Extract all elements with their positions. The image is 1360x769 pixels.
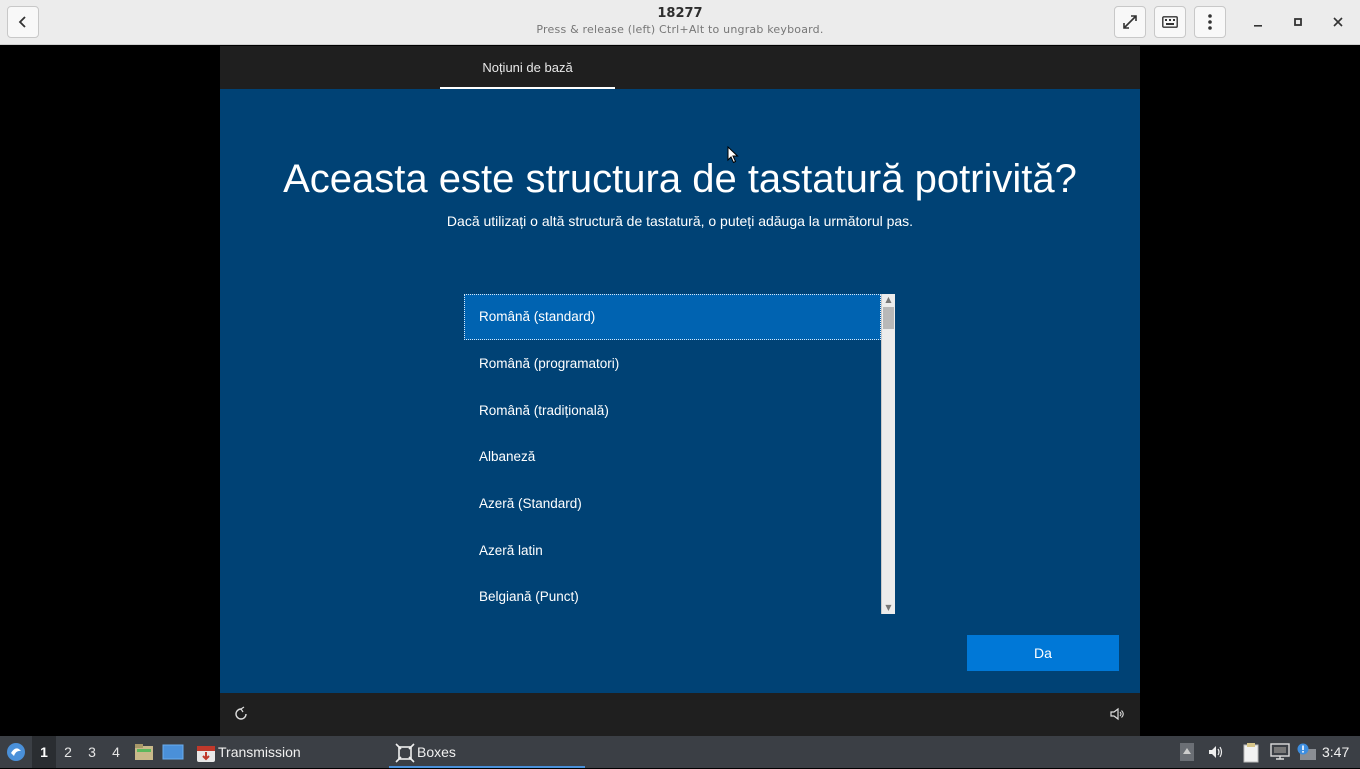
close-icon [1333,17,1343,27]
boxes-icon [395,743,415,763]
oobe-main: Aceasta este structura de tastatură potr… [220,89,1140,693]
keyboard-icon [1162,16,1178,28]
tab-basics: Noțiuni de bază [482,60,573,75]
list-item[interactable]: Azeră (Standard) [464,481,881,527]
scroll-thumb[interactable] [883,307,894,329]
close-button[interactable] [1326,10,1350,34]
scroll-up-icon[interactable]: ▲ [882,294,895,306]
oobe-bottom-bar [220,693,1140,736]
tray-arrow-icon[interactable] [1180,743,1194,761]
keyboard-layout-list[interactable]: Română (standard) Română (programatori) … [464,294,896,614]
scroll-down-icon[interactable]: ▼ [882,602,895,614]
menu-icon [1208,14,1212,30]
task-label: Transmission [218,744,301,760]
list-item[interactable]: Română (programatori) [464,341,881,387]
task-transmission[interactable]: Transmission [190,736,380,768]
show-desktop-icon[interactable] [162,742,184,762]
volume-icon[interactable] [1108,705,1126,723]
taskbar: 1 2 3 4 Transmission Boxes 3:47 [0,736,1360,768]
minimize-button[interactable] [1246,10,1270,34]
fullscreen-button[interactable] [1114,6,1146,38]
workspace-3[interactable]: 3 [80,736,104,768]
list-item[interactable]: Albaneză [464,434,881,480]
confirm-button[interactable]: Da [967,635,1119,671]
maximize-icon [1294,18,1302,26]
vm-display[interactable]: Noțiuni de bază Aceasta este structura d… [220,46,1140,736]
oobe-top-bar: Noțiuni de bază [220,46,1140,89]
clipboard-icon[interactable] [1242,743,1260,763]
workspace-4[interactable]: 4 [104,736,128,768]
page-title: Aceasta este structura de tastatură potr… [283,157,1077,201]
list-scrollbar[interactable]: ▲ ▼ [881,294,895,614]
workspace-2[interactable]: 2 [56,736,80,768]
menu-button[interactable] [1194,6,1226,38]
ease-of-access-icon[interactable] [232,705,250,723]
list-item[interactable]: Azeră latin [464,528,881,574]
task-boxes[interactable]: Boxes [389,736,585,768]
network-icon[interactable] [1270,743,1290,761]
minimize-icon [1254,25,1262,27]
page-subtitle: Dacă utilizați o altă structură de tasta… [446,213,914,229]
keyboard-button[interactable] [1154,6,1186,38]
fullscreen-icon [1123,15,1137,29]
headerbar: 18277 Press & release (left) Ctrl+Alt to… [0,0,1360,45]
workspace-1[interactable]: 1 [32,736,56,768]
start-menu-button[interactable] [0,736,32,768]
distro-logo-icon [7,743,25,761]
maximize-button[interactable] [1286,10,1310,34]
update-notification-icon[interactable] [1296,743,1318,761]
task-label: Boxes [417,744,456,760]
list-item[interactable]: Română (tradițională) [464,388,881,434]
clock[interactable]: 3:47 [1322,736,1360,768]
mouse-cursor-icon [727,146,739,164]
file-manager-icon[interactable] [134,742,154,762]
list-item[interactable]: Belgiană (Punct) [464,574,881,614]
list-item[interactable]: Română (standard) [464,294,881,340]
volume-icon[interactable] [1207,743,1225,761]
transmission-icon [197,746,215,762]
